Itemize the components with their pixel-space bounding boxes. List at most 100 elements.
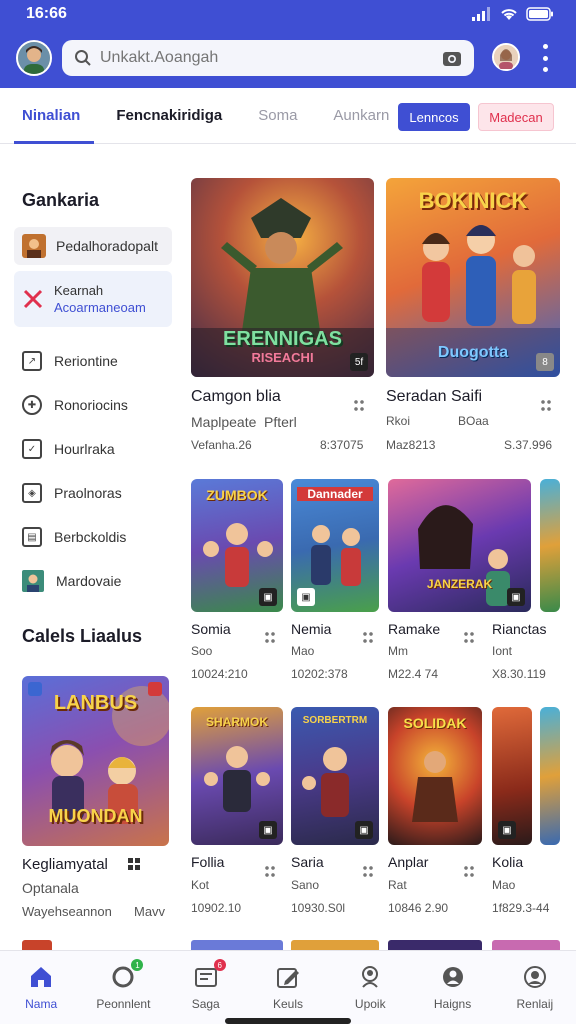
featured-card-2[interactable]: BOKINICK Duogotta 8 [386,178,560,377]
sidebar-item-label: Praolnoras [54,485,122,501]
game-card-meta: Mao [492,878,516,892]
game-card-title: Anplar [388,854,429,870]
sidebar: Gankaria Pedalhoradopalt Kearnah Acoarma… [0,170,180,603]
nav-item-saga[interactable]: 6 Saga [165,951,247,1025]
sidebar-item-label: Ronoriocins [54,397,128,413]
promo-line3-right: Mavv [134,904,166,919]
featured-art-subtitle: Duogotta [437,344,509,361]
tab-ninalian[interactable]: Ninalian [13,88,95,144]
game-card-meta2: 10930.S0l [291,901,346,915]
game-card[interactable]: ▣ [492,707,532,845]
game-card[interactable] [540,707,560,845]
game-card-meta2: 1f829.3-44 [492,901,550,915]
game-card[interactable] [540,479,560,612]
game-thumb-icon [22,234,46,258]
more-options-icon[interactable] [538,44,552,72]
account-icon [523,966,546,988]
game-card-title: Rianctas [492,621,547,637]
game-card[interactable]: JANZERAK ▣ [388,479,531,612]
nav-label: Haigns [433,997,472,1011]
document-icon: ▤ [22,527,42,547]
game-card-meta: Kot [191,878,210,892]
game-card[interactable]: SHARMOK ▣ [191,707,283,845]
game-card-badge: ▣ [259,821,277,839]
more-icon[interactable] [264,866,276,878]
featured-meta-1b: Pfterl [264,414,297,430]
ring-icon: 1 [111,959,144,989]
nav-label: Nama [25,997,58,1011]
sidebar-item-mardovaie[interactable]: Mardovaie [14,559,172,603]
game-card-badge: ▣ [498,821,516,839]
featured-art-title: BOKINICK [418,188,528,213]
sidebar-item-reriontine[interactable]: ↗ Reriontine [14,339,172,383]
tab-soma[interactable]: Soma [258,88,297,144]
game-card-badge: ▣ [507,588,525,606]
tab-aunkarn[interactable]: Aunkarn [333,88,389,144]
featured-card-1[interactable]: ERENNIGAS RISEACHI 5f [191,178,374,377]
nav-item-nama[interactable]: Nama [0,951,82,1025]
game-card[interactable]: ZUMBOK ▣ [191,479,283,612]
chart-icon: ↗ [22,351,42,371]
tab-fencnakiridiga[interactable]: Fencnakiridiga [116,88,222,144]
game-card-meta2: 10846 2.90 [388,901,449,915]
search-bar[interactable] [62,40,474,76]
user-avatar[interactable] [16,40,52,76]
status-time: 16:66 [26,5,67,22]
nav-item-keuls[interactable]: Keuls [247,951,329,1025]
nav-item-renlaij[interactable]: Renlaij [494,951,576,1025]
nav-item-peonnlent[interactable]: 1 Peonnlent [82,951,164,1025]
featured-art-subtitle: RISEACHI [251,350,314,365]
search-icon [75,50,91,66]
sidebar-item-berbckoldis[interactable]: ▤ Berbckoldis [14,515,172,559]
promo-game-card[interactable]: LANBUS MUONDAN [22,676,169,846]
wifi-icon [501,9,517,20]
more-icon[interactable] [353,400,365,412]
nav-item-upoik[interactable]: Upoik [329,951,411,1025]
nav-item-haigns[interactable]: Haigns [411,951,493,1025]
game-card-art-title: SHARMOK [206,715,268,729]
sidebar-item-label: Reriontine [54,353,118,369]
search-input[interactable] [100,49,442,67]
edit-icon [276,968,299,988]
sidebar-item-label: Kearnah [54,283,104,298]
more-icon[interactable] [463,866,475,878]
primary-action-button[interactable]: Lenncos [398,103,470,131]
more-icon[interactable] [540,400,552,412]
more-icon[interactable] [362,632,374,644]
profile-icon [362,966,379,988]
gamepad-icon: ◈ [22,483,42,503]
game-card[interactable]: Dannader ▣ [291,479,379,612]
game-card-badge: ▣ [355,821,373,839]
game-card-art-title: Dannader [297,487,373,501]
camera-icon[interactable] [442,49,462,67]
featured-art-title: ERENNIGAS [223,328,342,350]
status-icons [472,7,554,21]
featured-badge: 5f [350,353,368,371]
signal-icon [472,7,490,21]
secondary-action-button[interactable]: Madecan [478,103,554,131]
puzzle-icon: ✚ [22,395,42,415]
home-icon [31,967,52,987]
promo-line3: Wayehseannon [22,904,112,919]
sidebar-item-praolnoras[interactable]: ◈ Praolnoras [14,471,172,515]
profile-avatar[interactable] [492,43,520,71]
sidebar-item-label: Hourlraka [54,441,115,457]
sidebar-item-pedalhoradopalt[interactable]: Pedalhoradopalt [14,227,172,265]
library-icon: 6 [194,959,226,989]
more-icon[interactable] [264,632,276,644]
game-card[interactable]: SORBERTRM ▣ [291,707,379,845]
promo-banner-top: LANBUS [53,692,138,714]
game-card-meta: Mm [388,644,408,658]
game-card[interactable]: SOLIDAK [388,707,482,845]
more-icon[interactable] [362,866,374,878]
sidebar-title: Gankaria [22,190,100,210]
sidebar-item-kearnah[interactable]: Kearnah Acoarmaneoam [14,271,172,327]
sidebar-item-ronoriocins[interactable]: ✚ Ronoriocins [14,383,172,427]
sidebar-item-hourlraka[interactable]: ✓ Hourlraka [14,427,172,471]
game-card-meta: Rat [388,878,407,892]
game-card-title: Nemia [291,621,332,637]
featured-meta-1a: Maplpeate [191,414,257,430]
more-icon[interactable] [463,632,475,644]
close-icon [23,289,43,309]
game-card-title: Somia [191,621,231,637]
